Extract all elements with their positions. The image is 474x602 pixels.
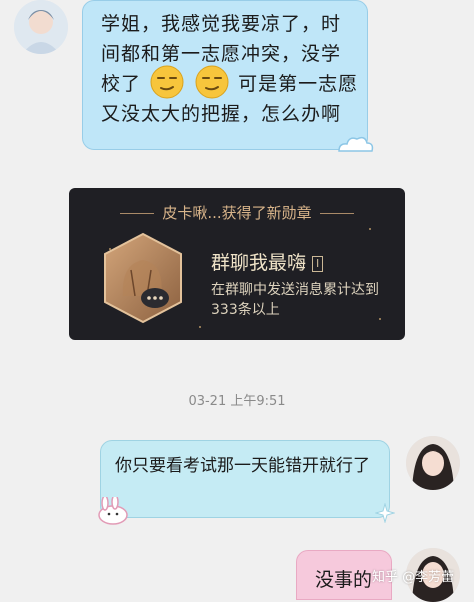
- badge-level-tag: I: [312, 255, 324, 272]
- message-line-text: 可是第一志愿: [238, 73, 359, 95]
- outgoing-message-bubble[interactable]: 你只要看考试那一天能错开就行了: [98, 440, 395, 525]
- badge-description: 在群聊中发送消息累计达到333条以上: [211, 282, 379, 318]
- divider: [120, 213, 155, 214]
- message-line: 又没太大的把握，怎么办啊: [101, 103, 342, 125]
- avatar-incoming-icon: [14, 0, 68, 54]
- bunny-decoration-icon: [98, 497, 128, 525]
- message-line-text: 校了: [101, 73, 142, 95]
- avatar-incoming[interactable]: [14, 0, 68, 54]
- smirk-emoji-icon: [195, 65, 229, 98]
- star-decoration-icon: [375, 503, 395, 523]
- avatar-outgoing-icon: [406, 436, 460, 490]
- sparkle-decoration: [199, 326, 201, 328]
- avatar-outgoing[interactable]: [406, 436, 460, 490]
- watermark: 知乎 @李芳蕾: [372, 570, 455, 585]
- cloud-decoration-icon: [338, 136, 374, 152]
- sparkle-decoration: [369, 228, 371, 230]
- smirk-emoji-icon: [150, 65, 184, 98]
- badge-achievement-card[interactable]: 皮卡啾...获得了新勋章 群聊我最嗨 I 在群聊中发送消息累计达到333条以上: [69, 188, 405, 340]
- divider: [319, 213, 354, 214]
- message-line-with-emoji: 校了 可是第一志愿: [101, 65, 359, 99]
- badge-header: 皮卡啾...获得了新勋章: [69, 202, 405, 223]
- message-text: 你只要看考试那一天能错开就行了: [115, 456, 370, 476]
- message-text: 没事的: [315, 569, 373, 591]
- chat-badge-icon: [104, 232, 182, 324]
- badge-title: 群聊我最嗨 I: [211, 248, 324, 275]
- message-line: 学姐，我感觉我要凉了，时: [101, 13, 342, 35]
- badge-header-text: 皮卡啾...获得了新勋章: [162, 204, 312, 222]
- message-timestamp: 03-21 上午9:51: [188, 394, 286, 409]
- incoming-message-bubble[interactable]: 学姐，我感觉我要凉了，时 间都和第一志愿冲突，没学 校了 可是第一志愿 又没太大…: [82, 0, 374, 152]
- badge-title-text: 群聊我最嗨: [211, 252, 307, 274]
